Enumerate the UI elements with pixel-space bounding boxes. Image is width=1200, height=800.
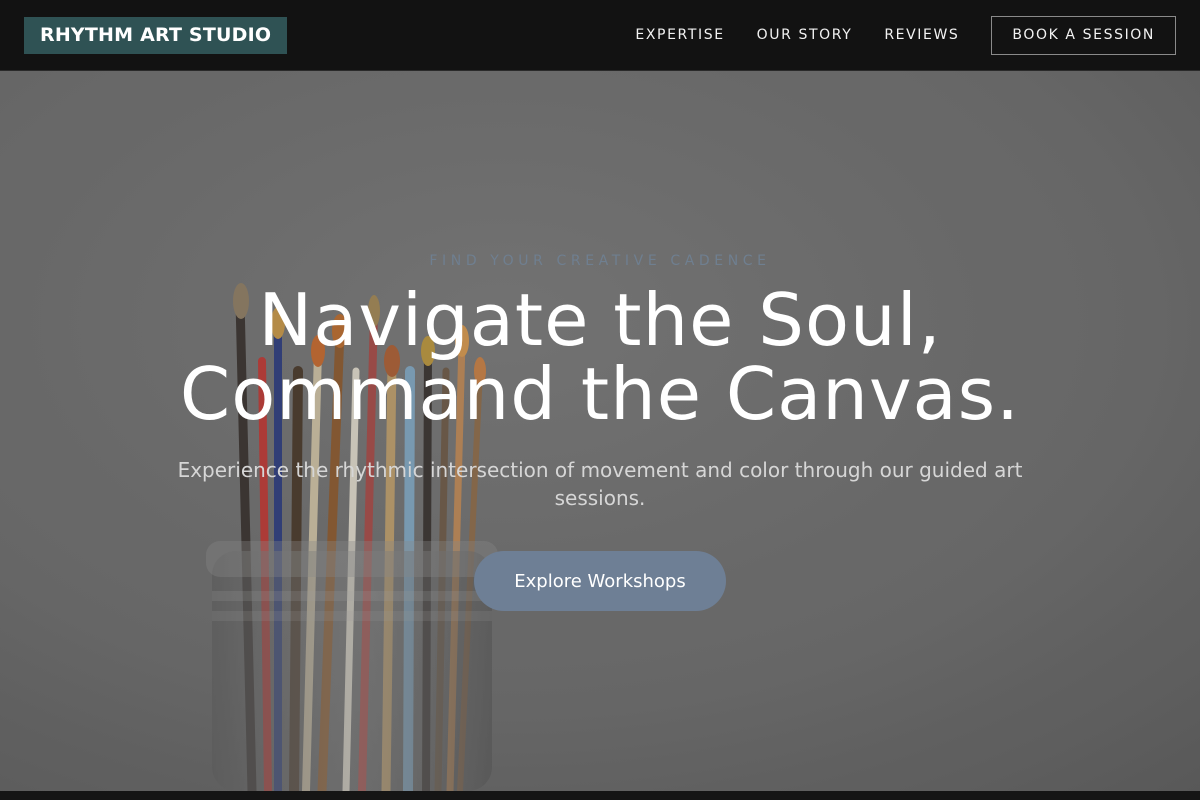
next-section-edge — [0, 791, 1200, 800]
hero-eyebrow: FIND YOUR CREATIVE CADENCE — [429, 253, 771, 269]
hero-headline: Navigate the Soul, Command the Canvas. — [0, 283, 1200, 431]
site-header: RHYTHM ART STUDIO EXPERTISE OUR STORY RE… — [0, 0, 1200, 71]
hero-headline-line-2: Command the Canvas. — [179, 352, 1021, 436]
hero-content: FIND YOUR CREATIVE CADENCE Navigate the … — [0, 71, 1200, 791]
hero-section: FIND YOUR CREATIVE CADENCE Navigate the … — [0, 71, 1200, 791]
site-logo[interactable]: RHYTHM ART STUDIO — [24, 16, 288, 54]
nav-link-our-story[interactable]: OUR STORY — [757, 27, 853, 43]
book-session-button[interactable]: BOOK A SESSION — [991, 15, 1176, 55]
hero-headline-line-1: Navigate the Soul, — [258, 278, 942, 362]
explore-workshops-button[interactable]: Explore Workshops — [474, 551, 726, 611]
nav-link-reviews[interactable]: REVIEWS — [884, 27, 959, 43]
main-nav: EXPERTISE OUR STORY REVIEWS BOOK A SESSI… — [635, 15, 1176, 55]
hero-subtext: Experience the rhythmic intersection of … — [177, 458, 1023, 510]
nav-link-expertise[interactable]: EXPERTISE — [635, 27, 724, 43]
